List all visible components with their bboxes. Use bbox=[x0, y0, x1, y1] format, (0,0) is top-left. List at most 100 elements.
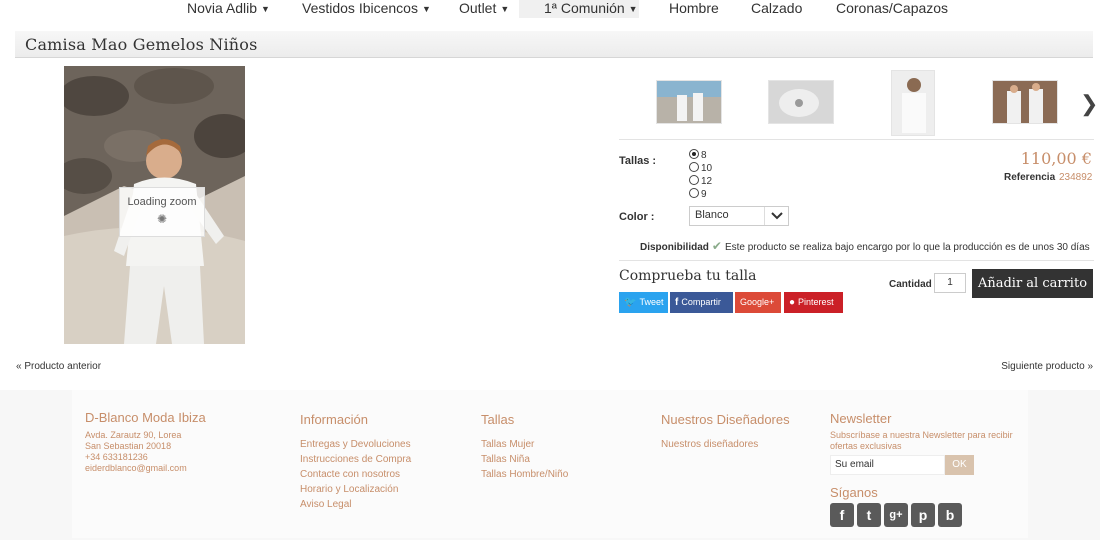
caret-down-icon: ▼ bbox=[628, 4, 638, 14]
footer-link-tallas-mujer[interactable]: Tallas Mujer bbox=[481, 439, 534, 450]
blogger-icon[interactable]: b bbox=[938, 503, 962, 527]
newsletter-text-2: ofertas exclusivas bbox=[830, 441, 902, 451]
footer-link-instrucciones[interactable]: Instrucciones de Compra bbox=[300, 454, 411, 465]
nav-item-calzado[interactable]: Calzado bbox=[751, 0, 802, 18]
check-icon: ✔ bbox=[711, 239, 722, 253]
availability-label: Disponibilidad bbox=[640, 242, 709, 253]
caret-down-icon: ▼ bbox=[500, 4, 510, 14]
product-title-bar: Camisa Mao Gemelos Niños bbox=[15, 31, 1093, 58]
tweet-button[interactable]: 🐦 Tweet bbox=[619, 292, 668, 313]
radio-button[interactable] bbox=[689, 188, 699, 198]
google-plus-label: Google+ bbox=[740, 297, 775, 307]
footer-link-tallas-hombre[interactable]: Tallas Hombre/Niño bbox=[481, 469, 568, 480]
main-nav: Novia Adlib ▼ Vestidos Ibicencos ▼ Outlet ▼… bbox=[0, 0, 1100, 18]
twitter-icon[interactable]: t bbox=[857, 503, 881, 527]
next-product-link[interactable]: Siguiente producto » bbox=[1001, 361, 1093, 372]
facebook-icon: f bbox=[675, 297, 679, 308]
size-label: 12 bbox=[701, 176, 713, 187]
divider bbox=[619, 139, 1094, 140]
size-option-9[interactable]: 9 bbox=[689, 188, 707, 201]
nav-item-coronas-capazos[interactable]: Coronas/Capazos bbox=[836, 0, 948, 18]
google-plus-icon[interactable]: g+ bbox=[884, 503, 908, 527]
thumbnail-1[interactable] bbox=[656, 80, 722, 124]
size-option-10[interactable]: 10 bbox=[689, 162, 712, 175]
product-title: Camisa Mao Gemelos Niños bbox=[25, 35, 258, 54]
footer-newsletter-title: Newsletter bbox=[830, 411, 892, 426]
pinterest-label: Pinterest bbox=[798, 297, 834, 307]
chevron-down-icon bbox=[764, 207, 788, 225]
facebook-share-label: Compartir bbox=[681, 297, 721, 307]
footer-link-tallas-nina[interactable]: Tallas Niña bbox=[481, 454, 530, 465]
footer-phone: +34 633181236 bbox=[85, 452, 148, 462]
sizes-label: Tallas : bbox=[619, 155, 657, 167]
footer-address-1: Avda. Zarautz 90, Lorea bbox=[85, 430, 182, 440]
add-to-cart-button[interactable]: Añadir al carrito bbox=[972, 269, 1093, 298]
size-option-8[interactable]: 8 bbox=[689, 149, 707, 162]
newsletter-email-input[interactable]: Su email bbox=[830, 455, 945, 475]
footer-info-title: Información bbox=[300, 412, 368, 427]
radio-button[interactable] bbox=[689, 162, 699, 172]
size-label: 10 bbox=[701, 163, 713, 174]
nav-label: Coronas/Capazos bbox=[836, 0, 949, 16]
product-price: 110,00 € bbox=[1020, 149, 1092, 168]
footer-link-disenadores[interactable]: Nuestros diseñadores bbox=[661, 439, 758, 450]
chevron-right-icon[interactable]: ❯ bbox=[1080, 93, 1098, 115]
newsletter-text-1: Subscríbase a nuestra Newsletter para re… bbox=[830, 430, 1013, 440]
color-label: Color : bbox=[619, 211, 655, 223]
nav-label: Vestidos Ibicencos bbox=[302, 0, 418, 16]
size-label: 8 bbox=[701, 150, 707, 161]
nav-item-vestidos-ibicencos[interactable]: Vestidos Ibicencos ▼ bbox=[302, 0, 431, 18]
quantity-input[interactable]: 1 bbox=[934, 273, 966, 293]
nav-item-hombre[interactable]: Hombre bbox=[669, 0, 719, 18]
radio-button[interactable] bbox=[689, 175, 699, 185]
thumbnail-image bbox=[657, 81, 721, 123]
nav-label: Novia Adlib bbox=[187, 0, 258, 16]
facebook-share-button[interactable]: f Compartir bbox=[670, 292, 733, 313]
color-select[interactable]: Blanco bbox=[689, 206, 789, 226]
reference-value: 234892 bbox=[1059, 172, 1093, 183]
availability-row: Disponibilidad ✔ Este producto se realiza … bbox=[640, 239, 1090, 253]
footer-link-contacte[interactable]: Contacte con nosotros bbox=[300, 469, 400, 480]
pinterest-icon: ● bbox=[789, 297, 796, 308]
tweet-label: Tweet bbox=[639, 297, 664, 307]
size-option-12[interactable]: 12 bbox=[689, 175, 712, 188]
newsletter-ok-button[interactable]: OK bbox=[945, 455, 974, 475]
radio-button[interactable] bbox=[689, 149, 699, 159]
pinterest-icon[interactable]: p bbox=[911, 503, 935, 527]
pinterest-share-button[interactable]: ● Pinterest bbox=[784, 292, 843, 313]
thumbnail-2[interactable] bbox=[768, 80, 834, 124]
footer-link-aviso-legal[interactable]: Aviso Legal bbox=[300, 499, 352, 510]
divider bbox=[619, 260, 1094, 261]
caret-down-icon: ▼ bbox=[421, 4, 431, 14]
size-label: 9 bbox=[701, 189, 707, 200]
nav-label: Hombre bbox=[669, 0, 719, 16]
nav-item-novia-adlib[interactable]: Novia Adlib ▼ bbox=[187, 0, 270, 18]
footer-follow-title: Síganos bbox=[830, 485, 878, 500]
nav-item-primera-comunion[interactable]: 1ª Comunión ▼ bbox=[519, 0, 639, 18]
thumbnail-3[interactable] bbox=[891, 70, 935, 136]
nav-label: Calzado bbox=[751, 0, 803, 16]
thumbnail-image bbox=[892, 71, 934, 135]
nav-label: 1ª Comunión bbox=[544, 0, 625, 16]
previous-product-link[interactable]: « Producto anterior bbox=[16, 361, 101, 372]
caret-down-icon: ▼ bbox=[261, 4, 270, 14]
twitter-icon: 🐦 bbox=[624, 297, 637, 308]
loading-zoom-label: Loading zoom bbox=[127, 196, 197, 208]
loading-zoom-overlay: Loading zoom ✺ bbox=[119, 187, 205, 237]
spinner-icon: ✺ bbox=[156, 212, 168, 226]
footer-brand-title: D-Blanco Moda Ibiza bbox=[85, 410, 206, 425]
footer-designers-title: Nuestros Diseñadores bbox=[661, 412, 790, 427]
check-size-heading[interactable]: Comprueba tu talla bbox=[619, 268, 757, 284]
thumbnail-image bbox=[993, 81, 1057, 123]
color-select-value: Blanco bbox=[695, 209, 729, 221]
footer-address-2: San Sebastian 20018 bbox=[85, 441, 172, 451]
footer-link-entregas[interactable]: Entregas y Devoluciones bbox=[300, 439, 411, 450]
google-plus-share-button[interactable]: Google+ bbox=[735, 292, 781, 313]
footer-link-horario[interactable]: Horario y Localización bbox=[300, 484, 398, 495]
facebook-icon[interactable]: f bbox=[830, 503, 854, 527]
footer-email[interactable]: eiderdblanco@gmail.com bbox=[85, 463, 187, 474]
quantity-label: Cantidad bbox=[889, 279, 932, 290]
thumbnail-4[interactable] bbox=[992, 80, 1058, 124]
nav-item-outlet[interactable]: Outlet ▼ bbox=[459, 0, 509, 18]
footer-sizes-title: Tallas bbox=[481, 412, 515, 427]
